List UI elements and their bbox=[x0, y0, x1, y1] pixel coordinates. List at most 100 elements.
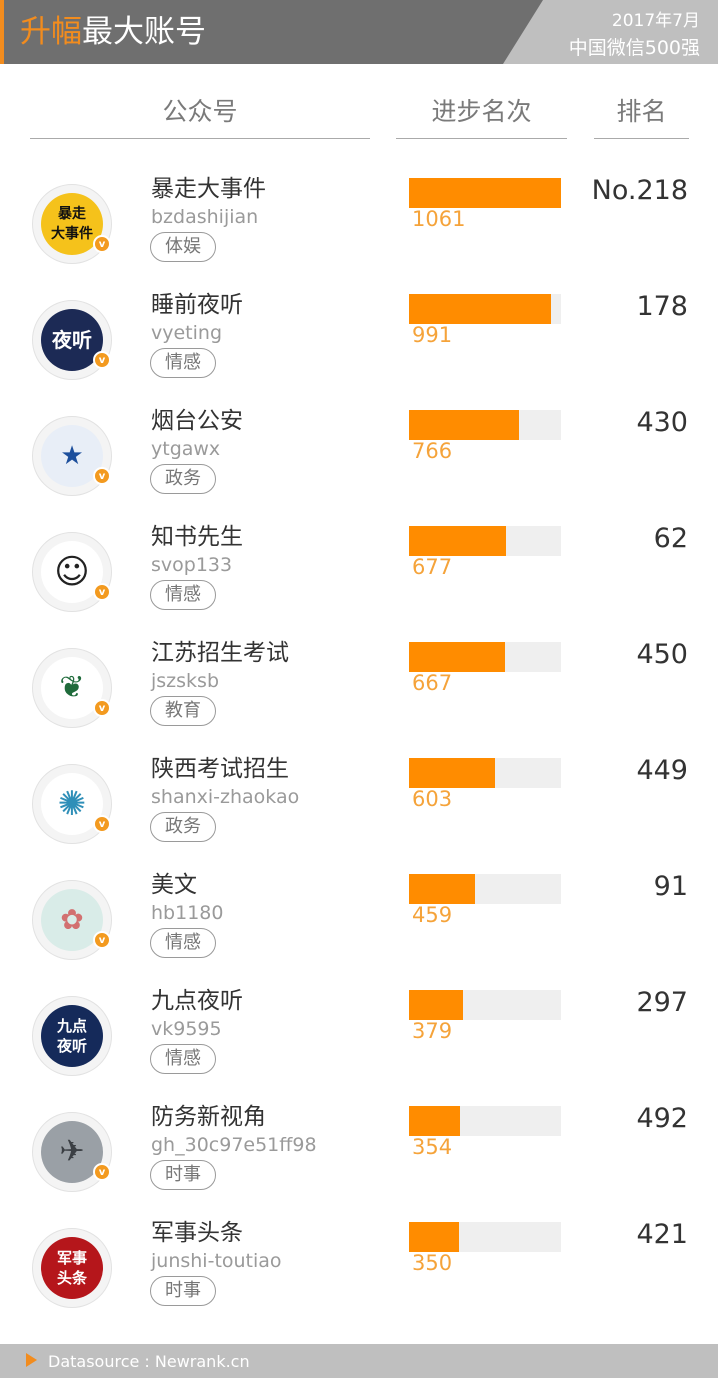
account-handle: hb1180 bbox=[151, 902, 224, 924]
progress-bar-track bbox=[409, 526, 561, 556]
category-tag[interactable]: 时事 bbox=[150, 1276, 216, 1306]
avatar[interactable]: ❦ v bbox=[32, 648, 112, 728]
account-handle: vk9595 bbox=[151, 1018, 222, 1040]
progress-bar-fill bbox=[409, 642, 505, 672]
account-name[interactable]: 军事头条 bbox=[151, 1218, 243, 1248]
category-tag[interactable]: 时事 bbox=[150, 1160, 216, 1190]
ranking-subtitle: 中国微信500强 bbox=[568, 37, 700, 59]
account-name[interactable]: 江苏招生考试 bbox=[151, 638, 289, 668]
progress-value: 459 bbox=[412, 903, 453, 927]
progress-bar-fill bbox=[409, 1222, 460, 1252]
account-name[interactable]: 睡前夜听 bbox=[151, 290, 243, 320]
category-tag[interactable]: 情感 bbox=[150, 928, 216, 958]
progress-bar-track bbox=[409, 990, 561, 1020]
rank-value: 492 bbox=[636, 1103, 688, 1134]
table-row[interactable]: ☺ v 知书先生 svop133 情感 677 62 bbox=[0, 522, 718, 638]
progress-bar-fill bbox=[409, 526, 506, 556]
progress-bar-track bbox=[409, 1106, 561, 1136]
table-row[interactable]: 夜听 v 睡前夜听 vyeting 情感 991 178 bbox=[0, 290, 718, 406]
progress-bar-fill bbox=[409, 990, 464, 1020]
rank-value: 62 bbox=[653, 523, 688, 554]
rank-value: 297 bbox=[636, 987, 688, 1018]
period-label: 2017年7月 bbox=[611, 11, 700, 31]
play-arrow-icon bbox=[26, 1353, 37, 1367]
avatar[interactable]: ★ v bbox=[32, 416, 112, 496]
progress-value: 667 bbox=[412, 671, 453, 695]
progress-bar-track bbox=[409, 758, 561, 788]
header-accent-bar bbox=[0, 0, 4, 64]
category-tag[interactable]: 政务 bbox=[150, 812, 216, 842]
progress-bar-track bbox=[409, 410, 561, 440]
verified-badge-icon: v bbox=[93, 1163, 111, 1181]
progress-value: 603 bbox=[412, 787, 453, 811]
category-tag[interactable]: 体娱 bbox=[150, 232, 216, 262]
account-handle: jszsksb bbox=[151, 670, 220, 692]
progress-bar-track bbox=[409, 1222, 561, 1252]
account-name[interactable]: 防务新视角 bbox=[151, 1102, 266, 1132]
verified-badge-icon: v bbox=[93, 351, 111, 369]
header: 升幅最大账号 2017年7月 中国微信500强 bbox=[0, 0, 718, 64]
verified-badge-icon: v bbox=[93, 467, 111, 485]
category-tag[interactable]: 情感 bbox=[150, 1044, 216, 1074]
progress-bar-track bbox=[409, 294, 561, 324]
account-name[interactable]: 烟台公安 bbox=[151, 406, 243, 436]
avatar[interactable]: 军事 头条 bbox=[32, 1228, 112, 1308]
rank-value: 178 bbox=[636, 291, 688, 322]
account-handle: shanxi-zhaokao bbox=[151, 786, 300, 808]
avatar[interactable]: 暴走 大事件 v bbox=[32, 184, 112, 264]
table-row[interactable]: 暴走 大事件 v 暴走大事件 bzdashijian 体娱 1061 No.21… bbox=[0, 174, 718, 290]
account-name[interactable]: 陕西考试招生 bbox=[151, 754, 289, 784]
account-handle: svop133 bbox=[151, 554, 233, 576]
progress-value: 766 bbox=[412, 439, 453, 463]
avatar[interactable]: 九点 夜听 bbox=[32, 996, 112, 1076]
progress-value: 1061 bbox=[412, 207, 466, 231]
avatar[interactable]: ✺ v bbox=[32, 764, 112, 844]
progress-value: 350 bbox=[412, 1251, 453, 1275]
verified-badge-icon: v bbox=[93, 931, 111, 949]
verified-badge-icon: v bbox=[93, 235, 111, 253]
avatar[interactable]: 夜听 v bbox=[32, 300, 112, 380]
account-name[interactable]: 暴走大事件 bbox=[151, 174, 266, 204]
column-header-rank: 排名 bbox=[594, 96, 689, 139]
column-header-account-label: 公众号 bbox=[162, 97, 238, 126]
column-underline bbox=[396, 138, 567, 139]
title-rest: 最大账号 bbox=[82, 14, 206, 50]
column-underline bbox=[30, 138, 370, 139]
category-tag[interactable]: 情感 bbox=[150, 348, 216, 378]
progress-value: 379 bbox=[412, 1019, 453, 1043]
progress-bar-fill bbox=[409, 410, 519, 440]
progress-bar-fill bbox=[409, 758, 496, 788]
rank-value: 421 bbox=[636, 1219, 688, 1250]
jiudian-logo-icon: 九点 夜听 bbox=[41, 1005, 103, 1067]
account-name[interactable]: 美文 bbox=[151, 870, 197, 900]
verified-badge-icon: v bbox=[93, 699, 111, 717]
column-underline bbox=[594, 138, 689, 139]
table-row[interactable]: 九点 夜听 九点夜听 vk9595 情感 379 297 bbox=[0, 986, 718, 1102]
account-handle: vyeting bbox=[151, 322, 223, 344]
category-tag[interactable]: 教育 bbox=[150, 696, 216, 726]
avatar[interactable]: ✈ v bbox=[32, 1112, 112, 1192]
avatar[interactable]: ✿ v bbox=[32, 880, 112, 960]
table-row[interactable]: ★ v 烟台公安 ytgawx 政务 766 430 bbox=[0, 406, 718, 522]
table-row[interactable]: 军事 头条 军事头条 junshi-toutiao 时事 350 421 bbox=[0, 1218, 718, 1334]
title-highlight: 升幅 bbox=[20, 14, 82, 50]
table-row[interactable]: ✿ v 美文 hb1180 情感 459 91 bbox=[0, 870, 718, 986]
category-tag[interactable]: 情感 bbox=[150, 580, 216, 610]
progress-bar-fill bbox=[409, 178, 561, 208]
table-row[interactable]: ✺ v 陕西考试招生 shanxi-zhaokao 政务 603 449 bbox=[0, 754, 718, 870]
progress-bar-fill bbox=[409, 874, 475, 904]
table-row[interactable]: ❦ v 江苏招生考试 jszsksb 教育 667 450 bbox=[0, 638, 718, 754]
category-tag[interactable]: 政务 bbox=[150, 464, 216, 494]
account-handle: gh_30c97e51ff98 bbox=[151, 1134, 317, 1156]
account-name[interactable]: 知书先生 bbox=[151, 522, 243, 552]
progress-bar-track bbox=[409, 642, 561, 672]
avatar[interactable]: ☺ v bbox=[32, 532, 112, 612]
junshi-logo-icon: 军事 头条 bbox=[41, 1237, 103, 1299]
account-handle: bzdashijian bbox=[151, 206, 259, 228]
rank-value: 449 bbox=[636, 755, 688, 786]
account-name[interactable]: 九点夜听 bbox=[151, 986, 243, 1016]
table-row[interactable]: ✈ v 防务新视角 gh_30c97e51ff98 时事 354 492 bbox=[0, 1102, 718, 1218]
column-header-progress: 进步名次 bbox=[396, 96, 567, 139]
verified-badge-icon: v bbox=[93, 815, 111, 833]
column-header-rank-label: 排名 bbox=[616, 97, 667, 126]
